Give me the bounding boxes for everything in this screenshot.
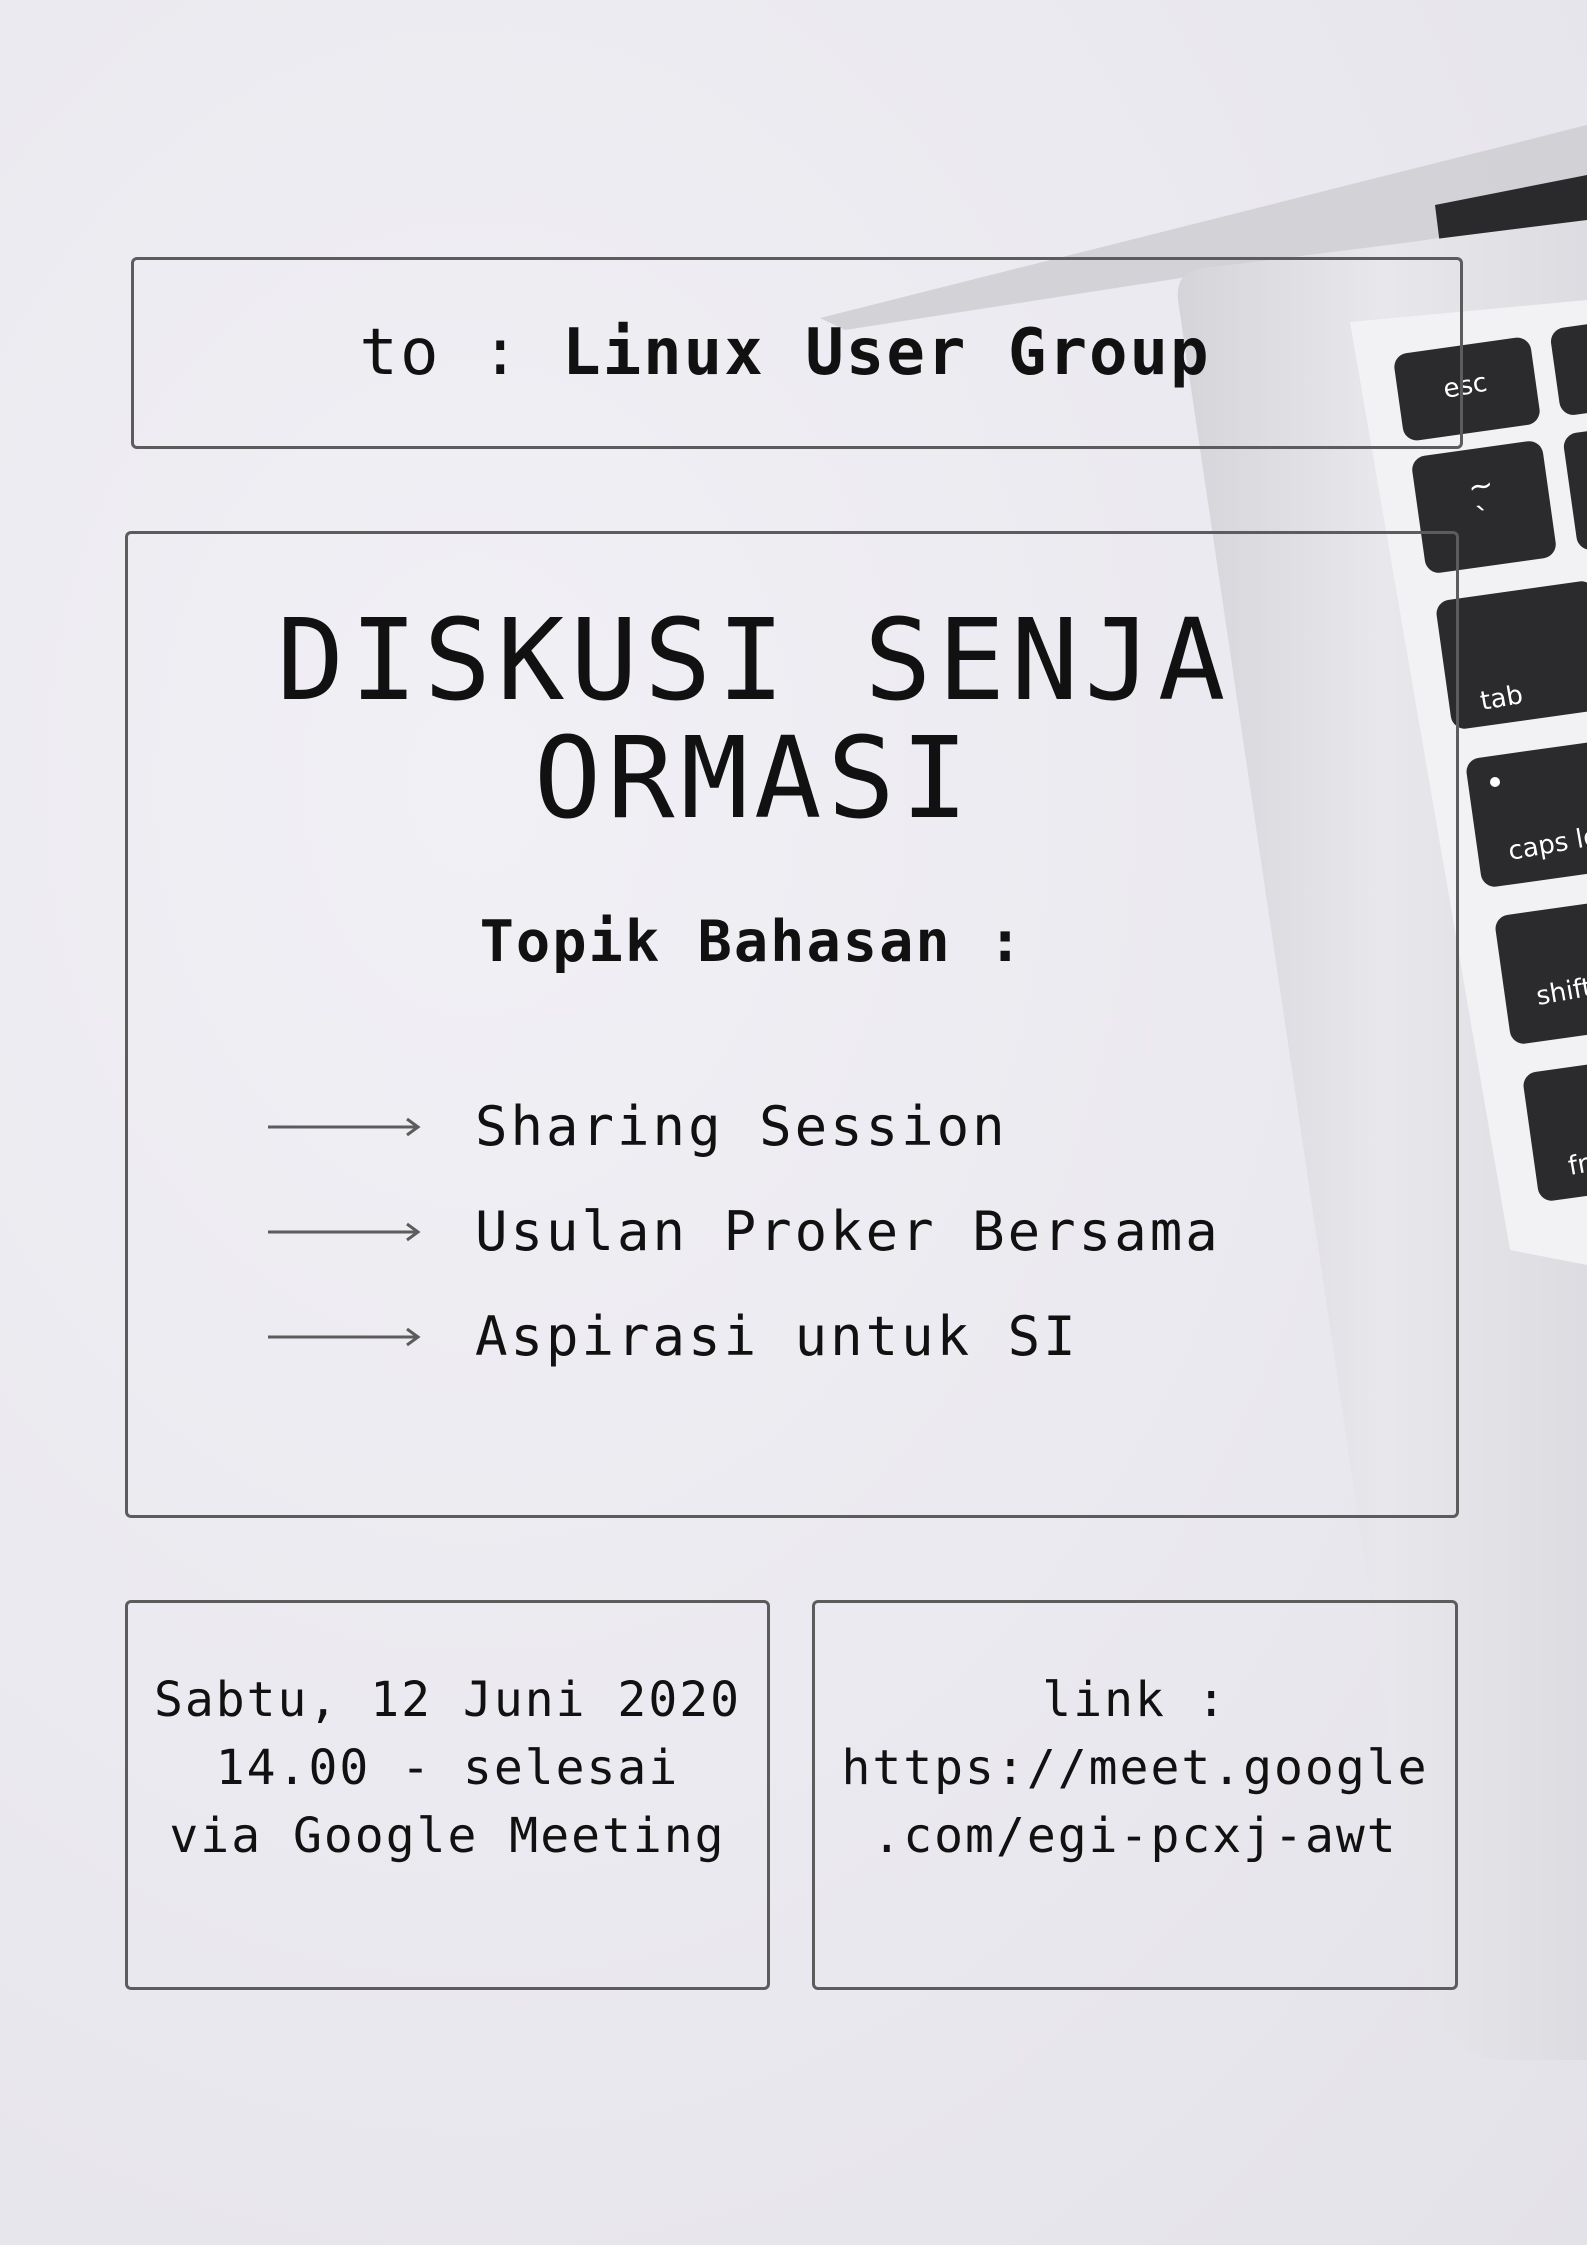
recipient-line: to : Linux User Group	[359, 316, 1210, 390]
topic-text: Usulan Proker Bersama	[475, 1200, 1221, 1263]
topic-text: Sharing Session	[475, 1095, 1008, 1158]
arrow-right-icon	[268, 1222, 421, 1241]
schedule-box: Sabtu, 12 Juni 2020 14.00 - selesai via …	[125, 1600, 770, 1990]
to-prefix: to :	[359, 316, 563, 390]
event-platform: via Google Meeting	[169, 1808, 726, 1864]
event-time: 14.00 - selesai	[215, 1740, 680, 1796]
meeting-link-line-2[interactable]: .com/egi-pcxj-awt	[872, 1802, 1397, 1870]
list-item: Usulan Proker Bersama	[268, 1179, 1221, 1284]
link-label: link :	[1042, 1672, 1228, 1728]
main-content-box: DISKUSI SENJA ORMASI Topik Bahasan : Sha…	[125, 531, 1459, 1518]
event-title: DISKUSI SENJA ORMASI	[90, 602, 1418, 838]
title-line-2: ORMASI	[533, 714, 975, 844]
recipient-name: Linux User Group	[562, 316, 1211, 390]
key-caps	[1466, 739, 1587, 887]
arrow-right-icon	[268, 1327, 421, 1346]
title-line-1: DISKUSI SENJA	[276, 596, 1232, 726]
arrow-right-icon	[268, 1117, 421, 1136]
meeting-link-line-1[interactable]: https://meet.google	[841, 1734, 1428, 1802]
link-box: link : https://meet.google .com/egi-pcxj…	[812, 1600, 1458, 1990]
recipient-box: to : Linux User Group	[131, 257, 1463, 449]
event-date: Sabtu, 12 Juni 2020	[153, 1672, 742, 1728]
topics-heading: Topik Bahasan :	[479, 909, 1025, 975]
caps-indicator-dot	[1490, 777, 1500, 787]
topics-list: Sharing Session Usulan Proker Bersama As…	[268, 1074, 1221, 1389]
list-item: Sharing Session	[268, 1074, 1221, 1179]
topic-text: Aspirasi untuk SI	[475, 1305, 1079, 1368]
list-item: Aspirasi untuk SI	[268, 1284, 1221, 1389]
